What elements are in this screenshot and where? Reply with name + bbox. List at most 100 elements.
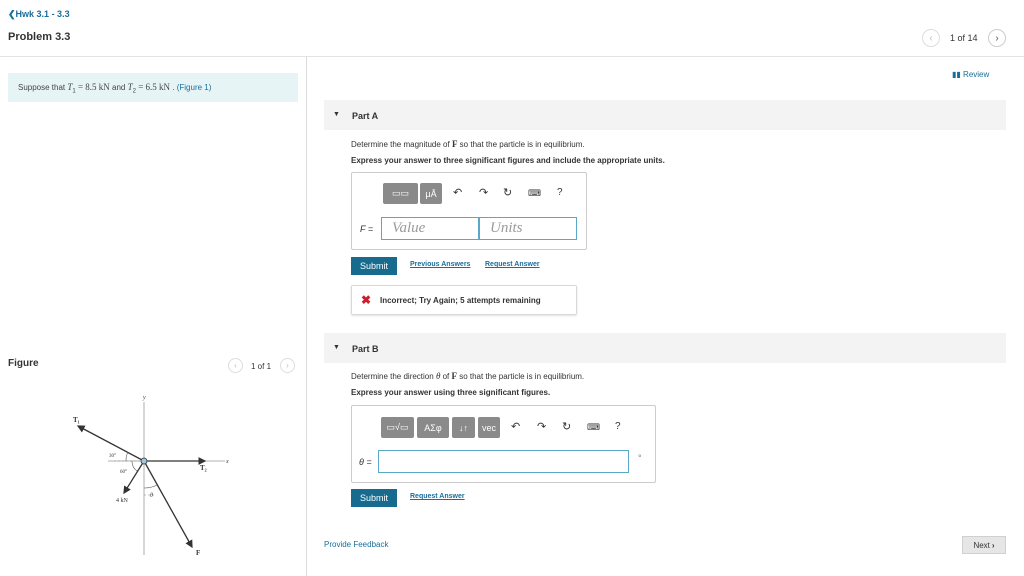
y-axis-label: y	[142, 395, 146, 401]
chevron-right-icon: ›	[286, 361, 289, 370]
book-icon: ▮▮	[952, 70, 961, 79]
greek-symbols-button[interactable]: ΑΣφ	[417, 417, 449, 438]
t1-value: = 8.5 kN	[75, 82, 110, 92]
vector-icon: vec	[481, 422, 496, 433]
x-axis-label: x	[225, 459, 229, 465]
units-input[interactable]	[480, 218, 576, 239]
force-diagram: y x T1 T2 F 30° 60° θ 4 kN	[73, 395, 229, 557]
pane-divider[interactable]	[306, 57, 307, 576]
templates-button[interactable]: ▭▭	[383, 183, 418, 204]
theta-label: θ	[150, 493, 153, 499]
figure-title: Figure	[8, 358, 39, 369]
part-a-request-answer-link[interactable]: Request Answer	[485, 261, 540, 268]
review-link[interactable]: ▮▮ Review	[952, 70, 989, 79]
next-button[interactable]: Next ›	[962, 536, 1006, 554]
vector-button[interactable]: vec	[478, 417, 500, 438]
units-icon: μÅ	[425, 188, 437, 199]
part-b-question-pre: Determine the direction	[351, 372, 436, 381]
part-a-header[interactable]: ▼ Part A	[324, 100, 1006, 130]
part-a-answer-box: ▭▭ μÅ ↶ ↷ ↻ ⌨ ? F =	[351, 172, 587, 250]
angle-arc-30	[125, 451, 129, 462]
units-button[interactable]: μÅ	[420, 183, 442, 204]
undo-icon[interactable]: ↶	[511, 420, 520, 433]
back-to-assignment-link[interactable]: ❮Hwk 3.1 - 3.3	[8, 9, 70, 20]
particle	[140, 457, 148, 465]
chevron-left-icon: ❮	[8, 9, 16, 19]
part-b-header[interactable]: ▼ Part B	[324, 333, 1006, 363]
problem-title: Problem 3.3	[8, 31, 71, 43]
value-input[interactable]	[382, 218, 478, 239]
part-b-question-mid: of	[440, 372, 452, 381]
provide-feedback-link[interactable]: Provide Feedback	[324, 540, 388, 549]
statement-separator: .	[170, 83, 177, 92]
f-variable-label: F =	[360, 224, 374, 234]
figure-next-button[interactable]: ›	[280, 358, 295, 373]
chevron-left-icon: ‹	[234, 361, 237, 370]
angle-30-label: 30°	[109, 454, 116, 459]
t1-label-sub: 1	[78, 420, 80, 425]
part-a-question-pre: Determine the magnitude of	[351, 140, 452, 149]
feedback-message: ✖ Incorrect; Try Again; 5 attempts remai…	[351, 285, 577, 315]
error-x-icon: ✖	[361, 293, 372, 307]
t2-value: = 6.5 kN	[135, 82, 171, 92]
keyboard-icon[interactable]: ⌨	[528, 188, 541, 199]
four-kn-vector	[123, 460, 145, 495]
theta-field-wrapper	[378, 450, 629, 473]
figure-link[interactable]: (Figure 1)	[177, 83, 212, 92]
review-label: Review	[963, 70, 990, 79]
keyboard-icon[interactable]: ⌨	[587, 422, 600, 433]
f-label: F	[196, 549, 200, 557]
caret-down-icon: ▼	[333, 344, 340, 351]
part-a-submit-button[interactable]: Submit	[351, 257, 397, 275]
reset-icon[interactable]: ↻	[503, 186, 512, 199]
t2-label: T2	[200, 464, 207, 473]
t1-label: T1	[73, 416, 80, 425]
part-a-title: Part A	[352, 111, 379, 121]
statement-and: and	[109, 83, 128, 92]
greek-symbols-icon: ΑΣφ	[424, 422, 442, 433]
help-icon[interactable]: ?	[615, 421, 621, 432]
back-link-label: Hwk 3.1 - 3.3	[15, 9, 70, 19]
reset-icon[interactable]: ↻	[562, 420, 571, 433]
previous-problem-button[interactable]: ‹	[922, 29, 940, 47]
part-b-title: Part B	[352, 344, 379, 354]
value-field-wrapper	[381, 217, 479, 240]
f-vector	[143, 460, 193, 549]
arrows-button[interactable]: ↓↑	[452, 417, 475, 438]
problem-count: 1 of 14	[950, 33, 978, 43]
math-templates-button[interactable]: ▭√▭	[381, 417, 414, 438]
arrows-icon: ↓↑	[459, 422, 468, 433]
part-b-request-answer-link[interactable]: Request Answer	[410, 493, 465, 500]
theta-input[interactable]	[379, 451, 628, 472]
math-templates-icon: ▭√▭	[386, 422, 409, 432]
statement-text: Suppose that	[18, 83, 68, 92]
angle-60-label: 60°	[120, 470, 127, 475]
problem-statement: Suppose that T1 = 8.5 kN and T2 = 6.5 kN…	[8, 73, 298, 102]
chevron-right-icon: ›	[991, 540, 995, 550]
units-field-wrapper	[479, 217, 577, 240]
part-a-question-post: so that the particle is in equilibrium.	[457, 140, 585, 149]
next-problem-button[interactable]: ›	[988, 29, 1006, 47]
templates-icon: ▭▭	[391, 188, 409, 198]
chevron-left-icon: ‹	[929, 32, 933, 44]
figure-count: 1 of 1	[251, 362, 272, 371]
theta-variable-label: θ =	[359, 457, 372, 467]
chevron-right-icon: ›	[995, 32, 999, 44]
header-divider	[0, 56, 1024, 57]
figure-previous-button[interactable]: ‹	[228, 358, 243, 373]
part-b-submit-button[interactable]: Submit	[351, 489, 397, 507]
redo-icon[interactable]: ↷	[537, 420, 546, 433]
four-kn-label: 4 kN	[116, 498, 129, 504]
part-a-question: Determine the magnitude of F so that the…	[351, 139, 585, 149]
undo-icon[interactable]: ↶	[453, 186, 462, 199]
part-b-question: Determine the direction θ of F so that t…	[351, 371, 584, 381]
feedback-text: Incorrect; Try Again; 5 attempts remaini…	[380, 296, 541, 305]
redo-icon[interactable]: ↷	[479, 186, 488, 199]
angle-arc-theta	[143, 484, 158, 489]
part-b-instruction: Express your answer using three signific…	[351, 388, 551, 397]
previous-answers-link[interactable]: Previous Answers	[410, 261, 470, 268]
degree-unit: °	[638, 453, 642, 463]
help-icon[interactable]: ?	[557, 187, 563, 198]
angle-arc-60	[131, 460, 138, 472]
next-label: Next	[973, 540, 990, 550]
